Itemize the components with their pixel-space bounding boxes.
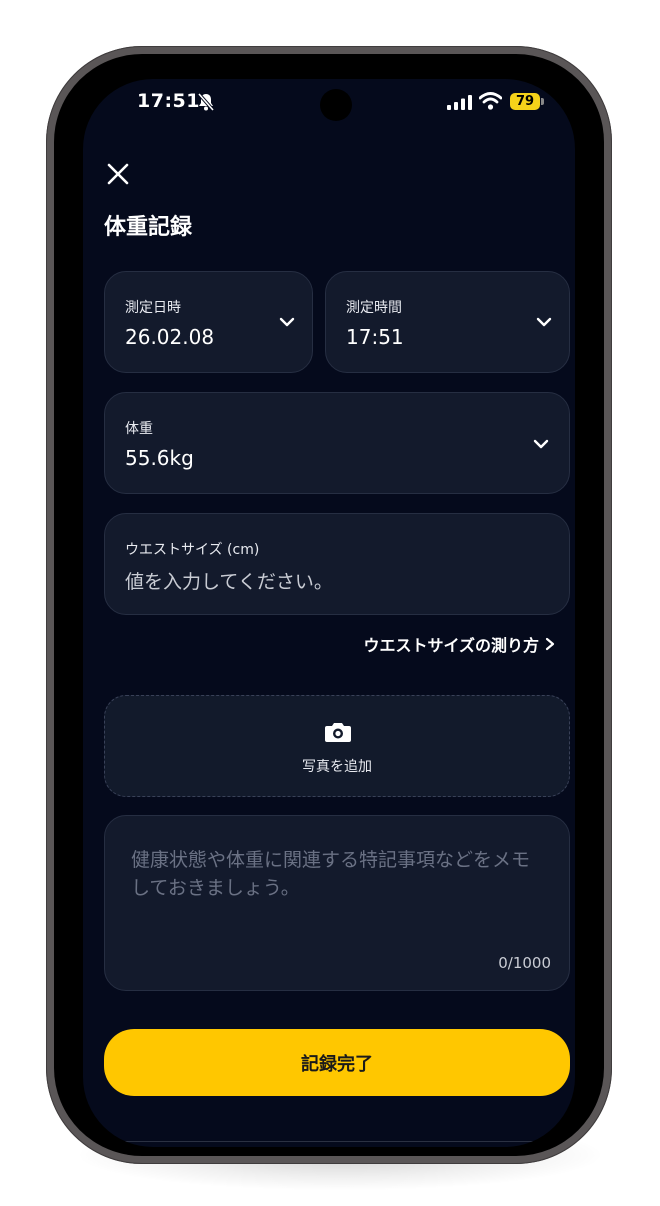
app-screen: 17:51 79 体重記録 測定日時 26.02.08 測定時間 17:51 体… bbox=[83, 79, 575, 1147]
waist-measure-link[interactable]: ウエストサイズの測り方 bbox=[363, 632, 555, 656]
weight-select[interactable]: 体重 55.6kg bbox=[104, 392, 570, 494]
weight-label: 体重 bbox=[125, 421, 153, 437]
date-select[interactable]: 測定日時 26.02.08 bbox=[104, 271, 313, 373]
wifi-icon bbox=[479, 92, 502, 110]
close-icon[interactable] bbox=[105, 161, 131, 187]
signal-icon bbox=[447, 95, 472, 110]
add-photo-label: 写真を追加 bbox=[302, 759, 372, 775]
chevron-down-icon bbox=[536, 317, 552, 327]
front-camera bbox=[320, 89, 352, 121]
memo-placeholder: 健康状態や体重に関連する特記事項などをメモしておきましょう。 bbox=[131, 849, 531, 899]
chevron-right-icon bbox=[545, 637, 555, 651]
bell-slash-icon bbox=[197, 92, 215, 112]
status-time: 17:51 bbox=[137, 90, 200, 112]
battery-icon: 79 bbox=[510, 93, 540, 110]
memo-char-counter: 0/1000 bbox=[498, 954, 551, 972]
waist-measure-link-label: ウエストサイズの測り方 bbox=[363, 636, 539, 655]
date-value: 26.02.08 bbox=[125, 325, 215, 349]
chevron-down-icon bbox=[533, 439, 549, 449]
waist-placeholder: 値を入力してください。 bbox=[125, 571, 333, 593]
chevron-down-icon bbox=[279, 317, 295, 327]
submit-button[interactable]: 記録完了 bbox=[104, 1029, 570, 1096]
weight-value: 55.6kg bbox=[125, 446, 194, 470]
phone-frame: 17:51 79 体重記録 測定日時 26.02.08 測定時間 17:51 体… bbox=[46, 46, 612, 1164]
add-photo-button[interactable]: 写真を追加 bbox=[104, 695, 570, 797]
camera-icon bbox=[325, 723, 351, 742]
waist-label: ウエストサイズ (cm) bbox=[125, 542, 260, 558]
time-label: 測定時間 bbox=[346, 300, 402, 316]
date-label: 測定日時 bbox=[125, 300, 181, 316]
phone-bezel: 17:51 79 体重記録 測定日時 26.02.08 測定時間 17:51 体… bbox=[54, 54, 604, 1156]
time-select[interactable]: 測定時間 17:51 bbox=[325, 271, 570, 373]
page-title: 体重記録 bbox=[104, 215, 193, 240]
bottom-divider bbox=[83, 1141, 575, 1142]
memo-textarea[interactable]: 健康状態や体重に関連する特記事項などをメモしておきましょう。 0/1000 bbox=[104, 815, 570, 991]
time-value: 17:51 bbox=[346, 325, 404, 349]
waist-input[interactable]: ウエストサイズ (cm) 値を入力してください。 bbox=[104, 513, 570, 615]
battery-cap bbox=[541, 98, 544, 105]
